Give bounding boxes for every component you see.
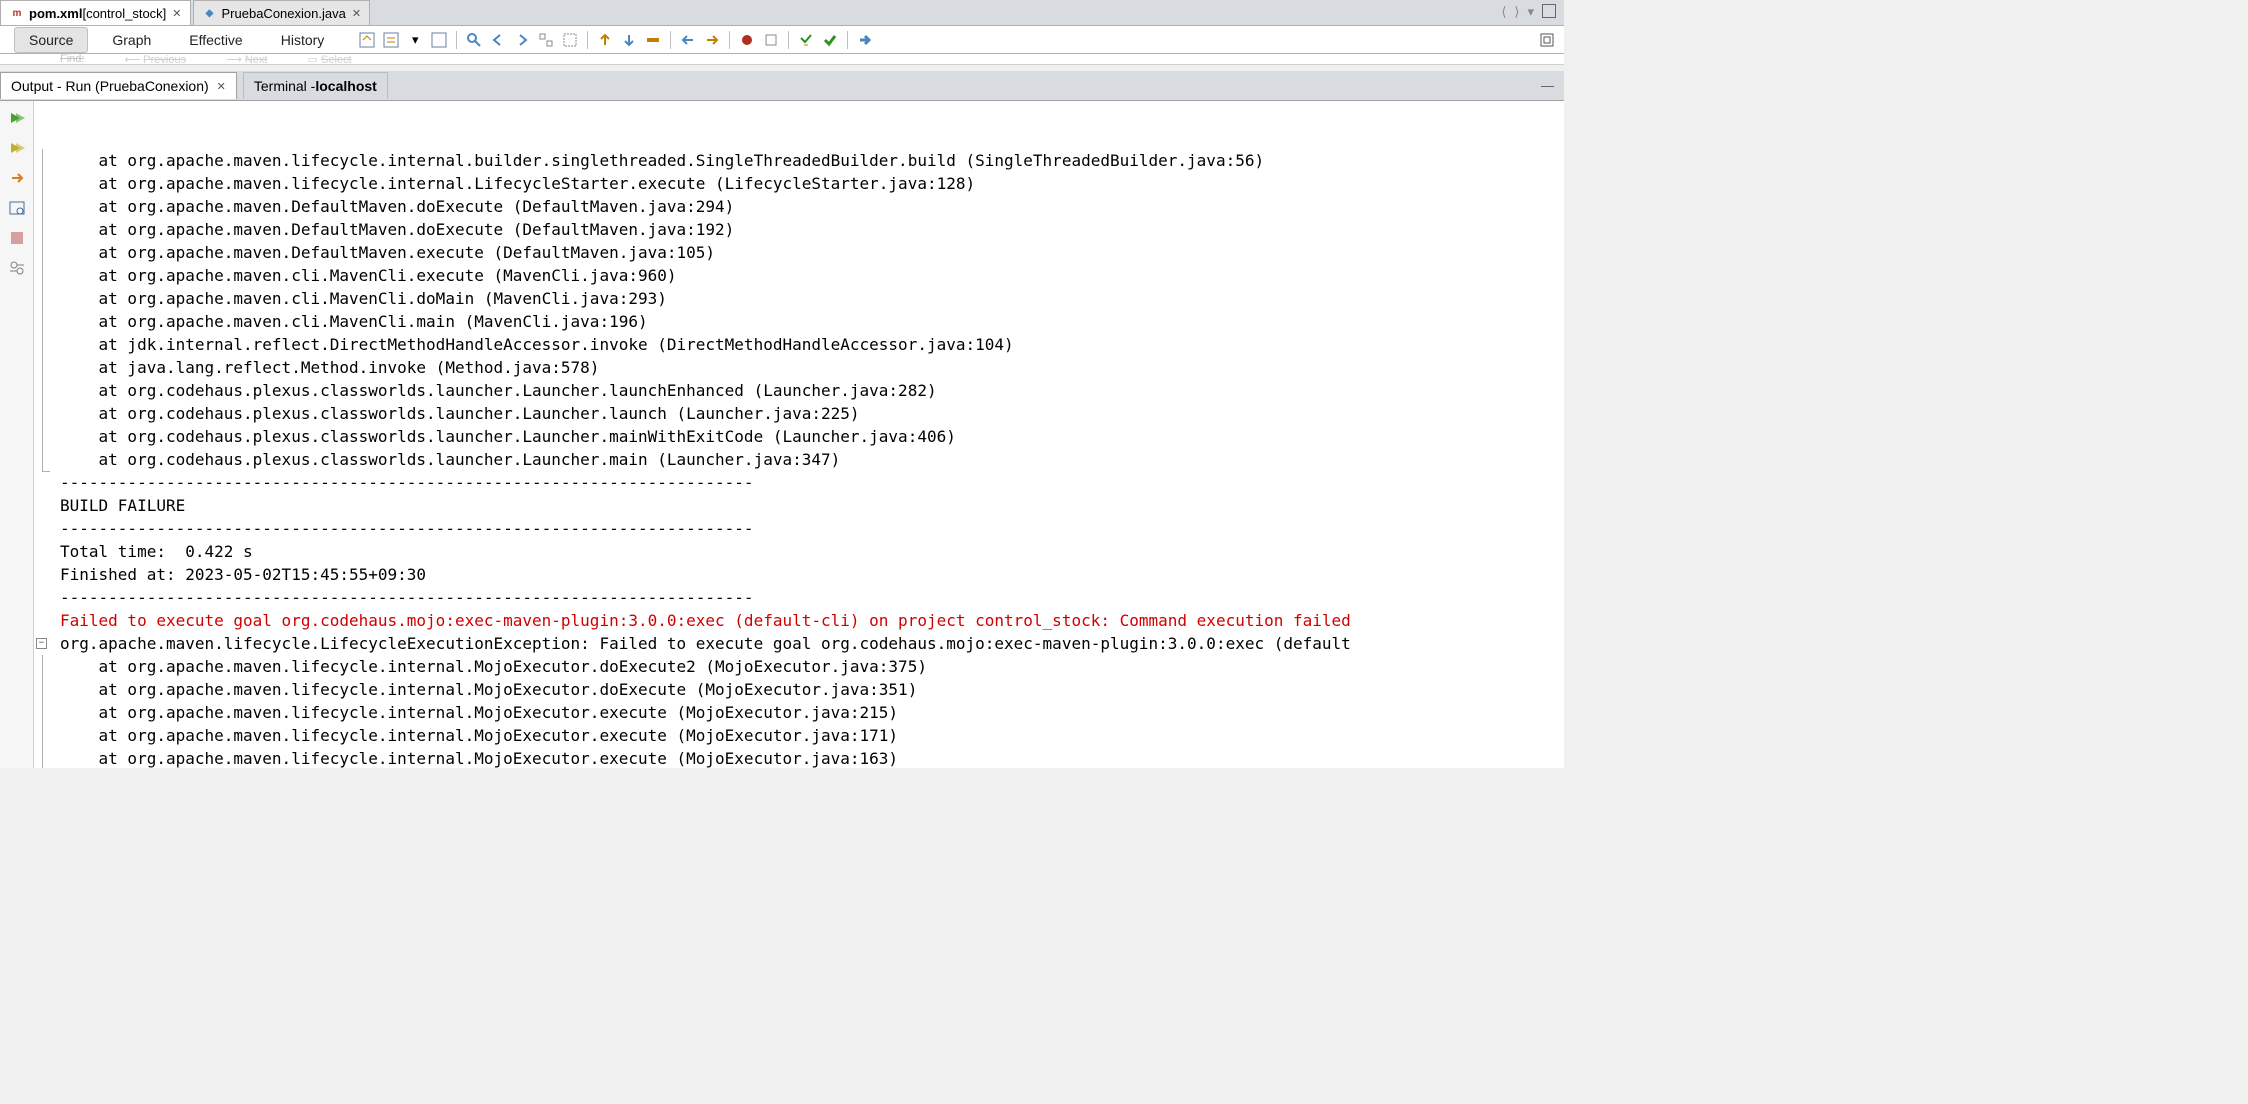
- stop-build-icon[interactable]: [6, 227, 28, 249]
- arrow-right-icon[interactable]: [701, 29, 723, 51]
- subtab-history[interactable]: History: [267, 28, 339, 52]
- find-next[interactable]: Next: [245, 54, 268, 65]
- find-bar-partial: Find: ⟵ Previous ⟶ Next ▭ Select: [0, 54, 1564, 65]
- editor-subtabs: Source Graph Effective History ▾: [0, 26, 1564, 54]
- goto-source-icon[interactable]: [6, 197, 28, 219]
- editor-tabs: m pom.xml [control_stock] ✕ ◆ PruebaCone…: [0, 0, 1564, 26]
- tab-label: pom.xml: [29, 6, 82, 21]
- toolbar-dropdown-icon[interactable]: ▾: [404, 29, 426, 51]
- rerun-fast-icon[interactable]: [6, 137, 28, 159]
- nav-back-icon[interactable]: ⟨: [1499, 4, 1508, 21]
- java-class-icon: ◆: [202, 5, 218, 21]
- search-icon[interactable]: [463, 29, 485, 51]
- check-down-icon[interactable]: [795, 29, 817, 51]
- forward-icon[interactable]: [854, 29, 876, 51]
- record-icon[interactable]: [736, 29, 758, 51]
- console-output[interactable]: at org.apache.maven.lifecycle.internal.b…: [34, 101, 1564, 768]
- stop-icon[interactable]: [760, 29, 782, 51]
- toolbar-icon[interactable]: [642, 29, 664, 51]
- toolbar-icon[interactable]: [380, 29, 402, 51]
- toolbar-icon[interactable]: [428, 29, 450, 51]
- check-icon[interactable]: [819, 29, 841, 51]
- editor-toolbar: ▾: [356, 29, 876, 51]
- output-tab-label: Output - Run (PruebaConexion): [11, 78, 209, 94]
- output-tab-run[interactable]: Output - Run (PruebaConexion) ✕: [0, 72, 237, 99]
- close-icon[interactable]: ✕: [172, 7, 181, 20]
- dropdown-icon[interactable]: ▾: [1525, 4, 1536, 21]
- expand-icon[interactable]: [1536, 29, 1558, 51]
- close-icon[interactable]: ✕: [352, 7, 361, 20]
- toolbar-icon[interactable]: [535, 29, 557, 51]
- minimize-icon[interactable]: —: [1531, 78, 1564, 93]
- next-error-icon[interactable]: [6, 167, 28, 189]
- find-prev[interactable]: Previous: [143, 54, 186, 65]
- nav-forward-icon[interactable]: ⟩: [1512, 4, 1521, 21]
- output-gutter: [0, 101, 34, 768]
- arrow-up-icon[interactable]: [594, 29, 616, 51]
- nav-next-icon[interactable]: [511, 29, 533, 51]
- editor-tab-pom[interactable]: m pom.xml [control_stock] ✕: [0, 0, 191, 25]
- output-tab-terminal[interactable]: Terminal - localhost: [243, 72, 388, 99]
- arrow-down-icon[interactable]: [618, 29, 640, 51]
- toolbar-icon[interactable]: [559, 29, 581, 51]
- tab-label-suffix: [control_stock]: [82, 6, 166, 21]
- nav-prev-icon[interactable]: [487, 29, 509, 51]
- close-icon[interactable]: ✕: [217, 80, 226, 93]
- settings-icon[interactable]: [6, 257, 28, 279]
- find-select[interactable]: Select: [321, 54, 352, 65]
- terminal-prefix: Terminal -: [254, 78, 315, 94]
- maven-icon: m: [9, 5, 25, 21]
- rerun-icon[interactable]: [6, 107, 28, 129]
- output-body: at org.apache.maven.lifecycle.internal.b…: [0, 101, 1564, 768]
- terminal-host: localhost: [315, 78, 376, 94]
- maximize-icon[interactable]: [1540, 4, 1558, 21]
- tab-label: PruebaConexion.java: [222, 6, 346, 21]
- find-label: Find:: [60, 54, 84, 65]
- subtab-graph[interactable]: Graph: [98, 28, 165, 52]
- subtab-source[interactable]: Source: [14, 27, 88, 53]
- output-tabs: Output - Run (PruebaConexion) ✕ Terminal…: [0, 71, 1564, 101]
- toolbar-icon[interactable]: [356, 29, 378, 51]
- tab-right-controls: ⟨ ⟩ ▾: [1499, 4, 1564, 21]
- arrow-left-icon[interactable]: [677, 29, 699, 51]
- editor-tab-java[interactable]: ◆ PruebaConexion.java ✕: [193, 0, 371, 25]
- subtab-effective[interactable]: Effective: [175, 28, 256, 52]
